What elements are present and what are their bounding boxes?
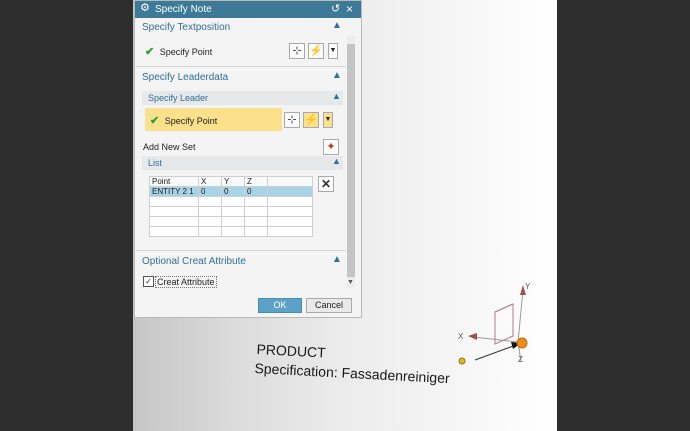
close-icon[interactable]: × <box>346 2 353 16</box>
remove-item-button[interactable]: ✕ <box>318 176 334 192</box>
ok-button[interactable]: OK <box>258 298 302 313</box>
textposition-point-row: ✔ Specify Point <box>145 45 212 58</box>
y-axis-line <box>517 289 524 343</box>
creat-attribute-label[interactable]: Creat Attribute <box>155 276 217 288</box>
list-title: List <box>148 158 163 168</box>
table-row-empty <box>149 196 313 207</box>
cell-y: 0 <box>221 186 245 197</box>
point-dialog-button[interactable]: ⊹ <box>284 112 300 128</box>
dialog-scrollbar-thumb[interactable] <box>347 44 355 277</box>
chevron-up-icon[interactable]: ▲ <box>332 70 342 81</box>
y-axis-label: Y <box>525 282 531 291</box>
column-header-y: Y <box>221 176 245 187</box>
section-title: Specify Leaderdata <box>142 72 229 83</box>
point-type-dropdown[interactable]: ▼ <box>328 43 338 59</box>
z-axis-label: Z <box>518 355 523 364</box>
table-row-empty <box>149 216 313 227</box>
table-row-empty <box>149 226 313 237</box>
chevron-up-icon[interactable]: ▲ <box>332 254 342 265</box>
list-header[interactable]: List ▲ <box>142 156 343 170</box>
cell-z: 0 <box>244 186 268 197</box>
column-header-point: Point <box>149 176 199 187</box>
section-title: Optional Creat Attribute <box>142 256 246 267</box>
chevron-up-icon[interactable]: ▲ <box>332 156 341 166</box>
table-header-row: Point X Y Z <box>149 176 313 187</box>
dialog-title: Specify Note <box>155 4 212 15</box>
checkmark-icon: ✔ <box>150 115 160 127</box>
csys-box <box>494 303 514 345</box>
section-leaderdata-header[interactable]: Specify Leaderdata ▲ <box>134 70 348 86</box>
table-row[interactable]: ENTITY 2 1 0 0 0 <box>149 186 313 197</box>
inferred-point-icon[interactable]: ⚡ <box>308 43 324 59</box>
inferred-point-icon[interactable]: ⚡ <box>303 112 319 128</box>
specify-point-label: Specify Point <box>159 47 213 57</box>
point-dialog-button[interactable]: ⊹ <box>289 43 305 59</box>
note-anchor-point <box>458 357 466 365</box>
dialog-titlebar: ⚙ Specify Note ↺ × <box>135 1 361 18</box>
chevron-up-icon[interactable]: ▲ <box>332 91 341 101</box>
chevron-up-icon[interactable]: ▲ <box>332 20 342 31</box>
cell-empty <box>267 186 313 197</box>
x-axis-label: X <box>458 332 464 341</box>
leader-point-row: ✔ Specify Point <box>150 114 217 127</box>
column-header-empty <box>267 176 313 187</box>
right-margin <box>557 0 690 431</box>
origin-point <box>516 337 528 349</box>
column-header-x: X <box>198 176 222 187</box>
specify-leader-header[interactable]: Specify Leader ▲ <box>142 91 343 105</box>
left-margin <box>0 0 133 431</box>
gear-icon[interactable]: ⚙ <box>140 3 151 14</box>
reset-icon[interactable]: ↺ <box>331 2 340 15</box>
column-header-z: Z <box>244 176 268 187</box>
cancel-button[interactable]: Cancel <box>306 298 352 313</box>
table-row-empty <box>149 206 313 217</box>
cell-x: 0 <box>198 186 222 197</box>
section-textposition-header[interactable]: Specify Textposition ▲ <box>134 20 348 36</box>
subsection-title: Specify Leader <box>148 93 209 103</box>
point-type-dropdown[interactable]: ▼ <box>323 112 333 128</box>
section-optional-header[interactable]: Optional Creat Attribute ▲ <box>134 254 348 270</box>
add-new-set-button[interactable]: ✦ <box>323 139 339 155</box>
specify-point-label: Specify Point <box>164 116 218 126</box>
separator <box>136 66 346 67</box>
creat-attribute-checkbox[interactable]: ✓ <box>143 276 154 287</box>
add-new-set-label: Add New Set <box>143 142 196 152</box>
cell-point: ENTITY 2 1 <box>149 186 199 197</box>
x-axis-arrow <box>468 333 477 340</box>
separator <box>136 250 346 251</box>
section-title: Specify Textposition <box>142 22 231 33</box>
checkmark-icon: ✔ <box>145 46 155 58</box>
leader-line <box>474 344 517 361</box>
points-table: Point X Y Z ENTITY 2 1 0 0 0 <box>149 176 313 237</box>
scroll-down-icon[interactable]: ▼ <box>347 279 354 286</box>
